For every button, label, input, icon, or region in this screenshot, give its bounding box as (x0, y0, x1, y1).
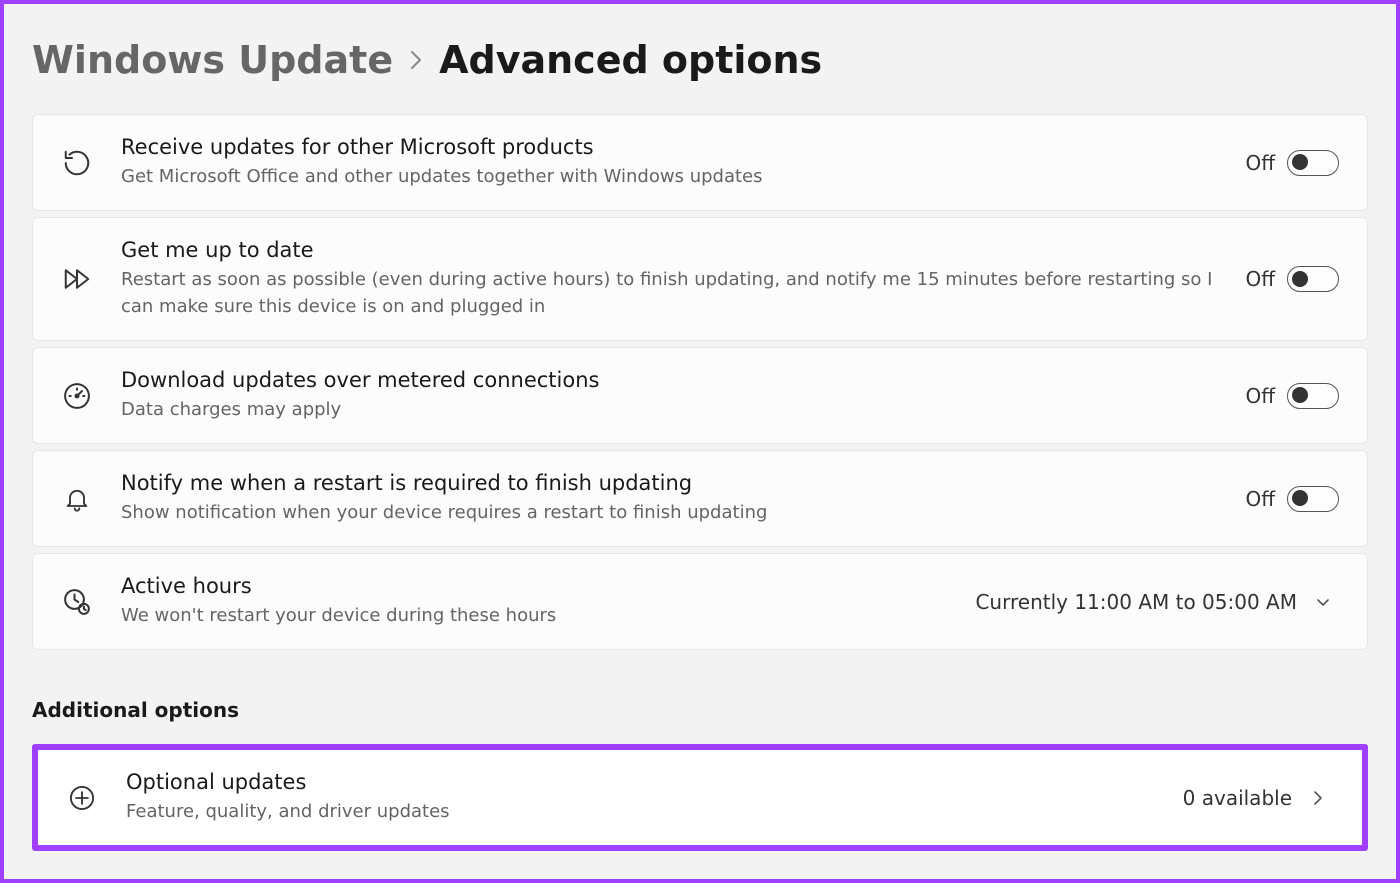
bell-icon (61, 485, 93, 513)
row-description: Get Microsoft Office and other updates t… (121, 163, 1217, 190)
breadcrumb-parent[interactable]: Windows Update (32, 38, 393, 82)
row-description: Restart as soon as possible (even during… (121, 266, 1217, 320)
fast-forward-icon (61, 264, 93, 294)
row-active-hours[interactable]: Active hours We won't restart your devic… (32, 553, 1368, 650)
toggle-metered[interactable] (1287, 383, 1339, 409)
optional-updates-count: 0 available (1183, 786, 1292, 810)
toggle-state-label: Off (1245, 487, 1275, 511)
toggle-notify-restart[interactable] (1287, 486, 1339, 512)
row-title: Active hours (121, 574, 947, 598)
row-notify-restart: Notify me when a restart is required to … (32, 450, 1368, 547)
row-description: Data charges may apply (121, 396, 1217, 423)
toggle-receive-updates[interactable] (1287, 150, 1339, 176)
clock-settings-icon (61, 587, 93, 617)
row-title: Download updates over metered connection… (121, 368, 1217, 392)
row-description: Show notification when your device requi… (121, 499, 1217, 526)
toggle-state-label: Off (1245, 384, 1275, 408)
section-heading-additional: Additional options (32, 698, 1368, 722)
row-description: Feature, quality, and driver updates (126, 798, 1155, 825)
row-description: We won't restart your device during thes… (121, 602, 947, 629)
toggle-state-label: Off (1245, 151, 1275, 175)
breadcrumb-current: Advanced options (439, 38, 822, 82)
history-icon (61, 148, 93, 178)
row-receive-updates: Receive updates for other Microsoft prod… (32, 114, 1368, 211)
row-title: Optional updates (126, 770, 1155, 794)
row-optional-updates[interactable]: Optional updates Feature, quality, and d… (38, 750, 1362, 845)
chevron-down-icon (1313, 592, 1339, 612)
toggle-up-to-date[interactable] (1287, 266, 1339, 292)
toggle-state-label: Off (1245, 267, 1275, 291)
chevron-right-icon (1308, 788, 1334, 808)
active-hours-value: Currently 11:00 AM to 05:00 AM (975, 590, 1297, 614)
plus-circle-icon (66, 784, 98, 812)
highlight-box: Optional updates Feature, quality, and d… (32, 744, 1368, 851)
chevron-right-icon (409, 49, 423, 71)
row-title: Notify me when a restart is required to … (121, 471, 1217, 495)
gauge-icon (61, 381, 93, 411)
row-metered: Download updates over metered connection… (32, 347, 1368, 444)
row-title: Get me up to date (121, 238, 1217, 262)
row-up-to-date: Get me up to date Restart as soon as pos… (32, 217, 1368, 341)
row-title: Receive updates for other Microsoft prod… (121, 135, 1217, 159)
breadcrumb: Windows Update Advanced options (32, 38, 1368, 82)
